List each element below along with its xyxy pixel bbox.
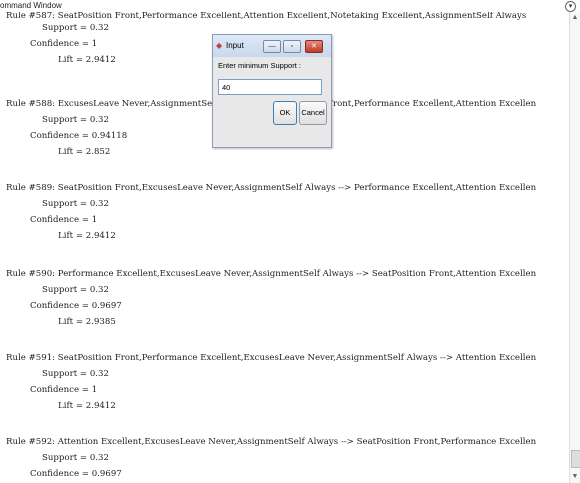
command-window-titlebar: ommand Window ▾ bbox=[0, 0, 580, 12]
app-icon: ◆ bbox=[216, 41, 223, 50]
input-prompt-label: Enter minimum Support : bbox=[218, 61, 301, 70]
window-title: ommand Window bbox=[0, 1, 62, 10]
rule-591-confidence: Confidence = 1 bbox=[30, 385, 98, 395]
scroll-up-arrow-icon[interactable]: ▲ bbox=[571, 14, 579, 22]
dialog-titlebar[interactable]: ◆ Input — ▫ ✕ bbox=[213, 35, 331, 57]
rule-592-line: Rule #592: Attention Excellent,ExcusesLe… bbox=[6, 437, 537, 447]
cancel-button[interactable]: Cancel bbox=[299, 101, 327, 125]
ok-button[interactable]: OK bbox=[273, 101, 297, 125]
rule-587-confidence: Confidence = 1 bbox=[30, 39, 98, 49]
rule-590-lift: Lift = 2.9385 bbox=[58, 317, 116, 327]
rule-591-lift: Lift = 2.9412 bbox=[58, 401, 116, 411]
rule-589-lift: Lift = 2.9412 bbox=[58, 231, 116, 241]
rule-590-line: Rule #590: Performance Excellent,Excuses… bbox=[6, 269, 537, 279]
rule-589-line: Rule #589: SeatPosition Front,ExcusesLea… bbox=[6, 183, 537, 193]
rule-592-support: Support = 0.32 bbox=[42, 453, 109, 463]
scroll-down-arrow-icon[interactable]: ▼ bbox=[571, 473, 579, 481]
rule-591-line: Rule #591: SeatPosition Front,Performanc… bbox=[6, 353, 537, 363]
minimize-button[interactable]: — bbox=[263, 40, 281, 53]
rule-589-confidence: Confidence = 1 bbox=[30, 215, 98, 225]
input-dialog: ◆ Input — ▫ ✕ Enter minimum Support : 40… bbox=[212, 34, 332, 148]
circle-down-arrow-icon[interactable]: ▾ bbox=[565, 1, 576, 12]
dialog-title: Input bbox=[226, 41, 244, 50]
scrollbar-thumb[interactable] bbox=[571, 450, 580, 468]
rule-587-line: Rule #587: SeatPosition Front,Performanc… bbox=[6, 12, 527, 21]
vertical-scrollbar[interactable]: ▲ ▼ bbox=[569, 12, 580, 483]
rule-587-lift: Lift = 2.9412 bbox=[58, 55, 116, 65]
rule-588-support: Support = 0.32 bbox=[42, 115, 109, 125]
rule-587-support: Support = 0.32 bbox=[42, 23, 109, 33]
rule-590-support: Support = 0.32 bbox=[42, 285, 109, 295]
maximize-button[interactable]: ▫ bbox=[283, 40, 301, 53]
rule-590-confidence: Confidence = 0.9697 bbox=[30, 301, 122, 311]
rule-588-confidence: Confidence = 0.94118 bbox=[30, 131, 128, 141]
rule-592-confidence: Confidence = 0.9697 bbox=[30, 469, 122, 479]
rule-589-support: Support = 0.32 bbox=[42, 199, 109, 209]
support-input-field[interactable]: 40 bbox=[218, 79, 322, 95]
close-button[interactable]: ✕ bbox=[305, 40, 323, 53]
rule-591-support: Support = 0.32 bbox=[42, 369, 109, 379]
rule-588-lift: Lift = 2.852 bbox=[58, 147, 111, 157]
